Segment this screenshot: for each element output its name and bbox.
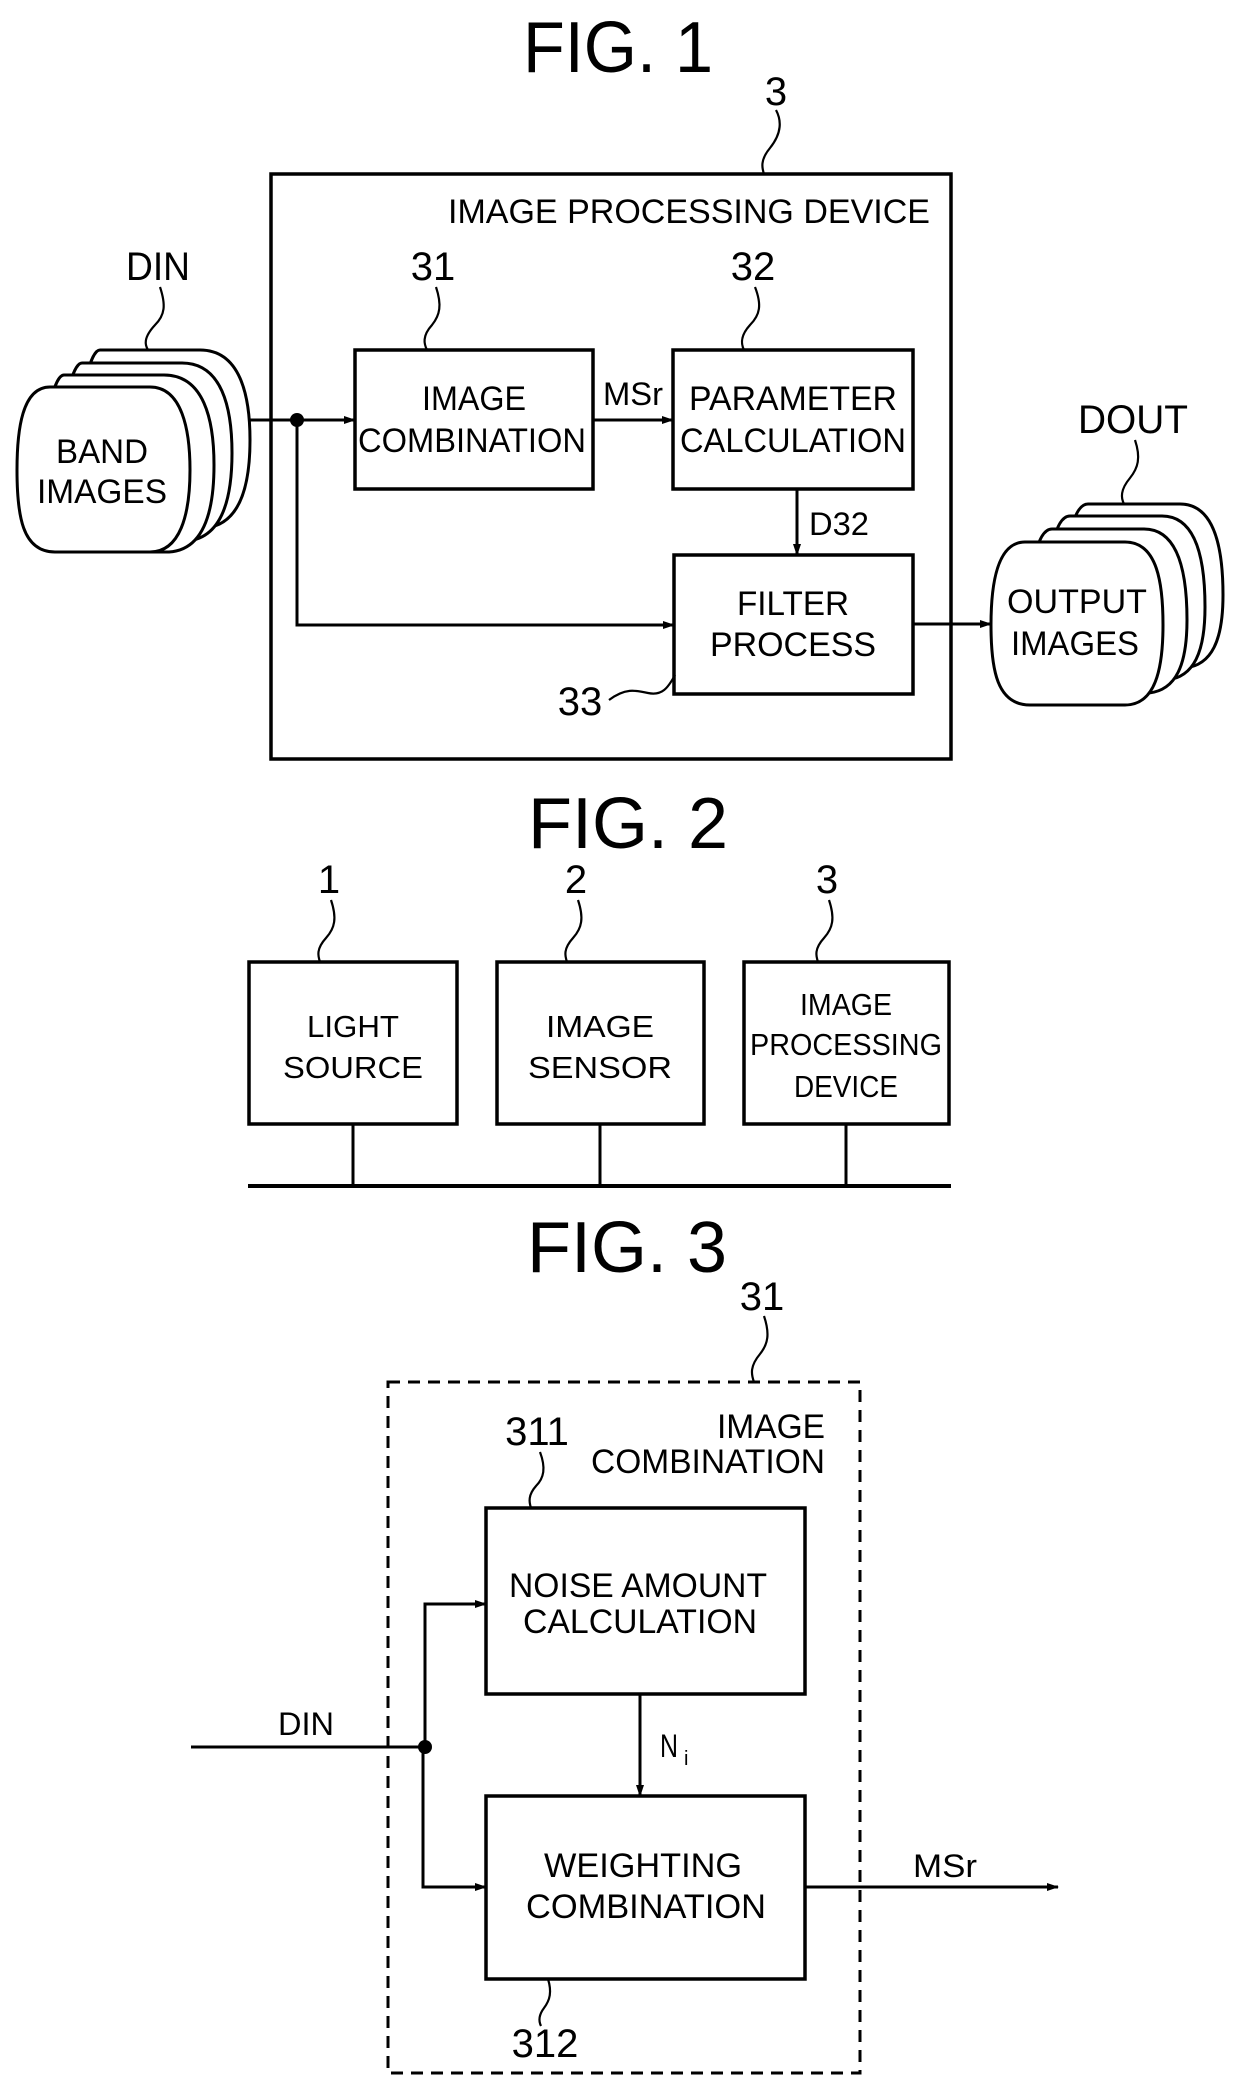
group-label-line2: COMBINATION <box>591 1443 825 1481</box>
group-label-line1: IMAGE <box>717 1408 825 1446</box>
device-ref-leader <box>761 109 781 175</box>
fig2-block-1-ref: 1 <box>318 858 340 902</box>
fig1-title: FIG. 1 <box>523 8 713 88</box>
fig2-block-1-leader <box>317 899 336 963</box>
d32-label: D32 <box>809 506 869 542</box>
din-ref-label: DIN <box>126 245 190 289</box>
noise-signal-subscript: i <box>684 1748 688 1770</box>
light-source-line1: LIGHT <box>307 1009 399 1044</box>
output-images-line1: OUTPUT <box>1007 583 1147 621</box>
block-312-leader <box>538 1978 552 2027</box>
fig2-block-3-ref: 3 <box>816 858 838 902</box>
block-33-line2: PROCESS <box>710 626 876 664</box>
fig3-din-label: DIN <box>278 1706 334 1742</box>
dout-ref-label: DOUT <box>1078 398 1188 442</box>
filter-process-block <box>672 553 915 696</box>
block-311-line1: NOISE AMOUNT <box>509 1567 767 1605</box>
band-images-stack: BAND IMAGES <box>15 348 252 554</box>
band-images-line1: BAND <box>56 433 148 471</box>
group-31-ref: 31 <box>740 1275 785 1319</box>
device-label: IMAGE PROCESSING DEVICE <box>448 193 930 231</box>
din-to-weighting-arrow <box>421 1747 487 1891</box>
block-33-line1: FILTER <box>737 585 849 623</box>
din-to-noise-arrow <box>423 1600 487 1747</box>
fig2-block-2-ref: 2 <box>565 858 587 902</box>
band-images-line2: IMAGES <box>37 473 167 511</box>
block-311-ref: 311 <box>505 1410 569 1454</box>
block-31-line1: IMAGE <box>422 380 526 418</box>
fig3-msr-label: MSr <box>913 1848 977 1884</box>
noise-signal-main: N <box>660 1728 678 1764</box>
din-ref-leader <box>144 286 165 351</box>
fig2-ipd-line2: PROCESSING <box>750 1027 942 1062</box>
block-32-line1: PARAMETER <box>689 380 897 418</box>
block-31-line2: COMBINATION <box>358 422 586 460</box>
fig2-block-3-leader <box>815 899 834 963</box>
output-images-stack: OUTPUT IMAGES <box>989 502 1225 707</box>
block-312-line2: COMBINATION <box>526 1888 766 1926</box>
block-33-ref: 33 <box>558 680 603 724</box>
output-image-sheet-1 <box>989 540 1165 707</box>
figure-1: FIG. 1 3 IMAGE PROCESSING DEVICE BAND IM… <box>15 8 1225 761</box>
fig2-ipd-line3: DEVICE <box>794 1069 898 1104</box>
image-sensor-line1: IMAGE <box>546 1009 654 1044</box>
block-32-line2: CALCULATION <box>680 422 906 460</box>
block-312-line1: WEIGHTING <box>544 1847 742 1885</box>
dout-ref-leader <box>1120 439 1140 505</box>
block-311-line2: CALCULATION <box>523 1603 757 1641</box>
block-31-ref: 31 <box>411 245 456 289</box>
image-combination-block <box>353 348 595 491</box>
parameter-calculation-block <box>671 348 915 491</box>
block-311-leader <box>528 1451 545 1509</box>
fig2-ipd-line1: IMAGE <box>800 987 892 1022</box>
msr-label: MSr <box>603 376 663 412</box>
figure-3: FIG. 3 31 IMAGE COMBINATION 311 NOISE AM… <box>191 1208 1059 2075</box>
patent-drawing-sheet: FIG. 1 3 IMAGE PROCESSING DEVICE BAND IM… <box>15 8 1225 2075</box>
fig2-title: FIG. 2 <box>528 784 728 864</box>
group-31-leader <box>750 1315 769 1383</box>
fig3-title: FIG. 3 <box>527 1208 727 1288</box>
image-sensor-line2: SENSOR <box>528 1050 672 1085</box>
fig2-block-2-leader <box>564 899 583 963</box>
output-images-line2: IMAGES <box>1011 625 1139 663</box>
figure-2: FIG. 2 1 LIGHT SOURCE 2 IMAGE SENSOR 3 I… <box>247 784 951 1188</box>
device-ref-number: 3 <box>765 70 787 114</box>
block-32-ref: 32 <box>731 245 776 289</box>
light-source-line2: SOURCE <box>283 1050 423 1085</box>
block-312-ref: 312 <box>512 2022 579 2066</box>
noise-signal-label: N <box>660 1728 678 1764</box>
